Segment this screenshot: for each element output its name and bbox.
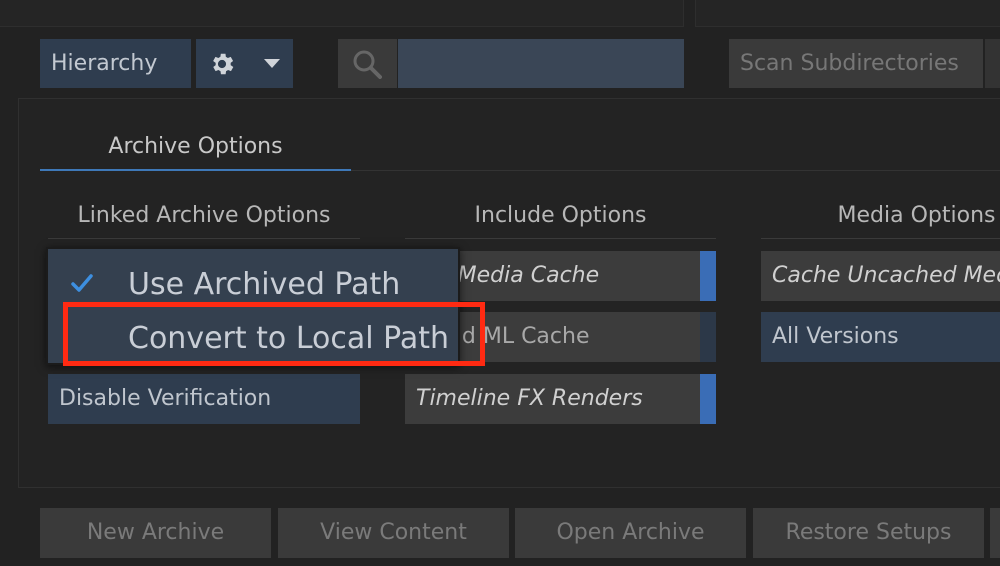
scan-subdirectories-button[interactable]: Scan Subdirectories xyxy=(729,39,983,88)
gear-icon xyxy=(213,53,234,75)
media-options-header: Media Options xyxy=(837,203,996,228)
new-archive-button[interactable]: New Archive xyxy=(40,508,271,558)
hierarchy-button[interactable]: Hierarchy xyxy=(40,39,191,88)
chevron-down-icon xyxy=(264,59,280,68)
tab-archive-options[interactable]: Archive Options xyxy=(40,122,351,172)
toolbar-edge-button[interactable] xyxy=(985,39,1000,88)
section-divider xyxy=(405,238,716,239)
checkmark-icon xyxy=(71,274,93,292)
settings-menu-button[interactable] xyxy=(196,39,293,88)
tab-selected-indicator xyxy=(40,169,351,171)
option-label: Timeline FX Renders xyxy=(416,386,643,411)
include-options-header: Include Options xyxy=(474,203,647,228)
section-divider xyxy=(761,238,1000,239)
section-divider xyxy=(48,238,360,239)
toggle-indicator xyxy=(700,374,716,424)
linked-archive-options-header: Linked Archive Options xyxy=(77,203,331,228)
open-archive-button[interactable]: Open Archive xyxy=(515,508,746,558)
tab-divider xyxy=(351,170,1000,171)
view-content-button[interactable]: View Content xyxy=(278,508,509,558)
search-icon xyxy=(353,50,382,79)
toggle-indicator xyxy=(700,312,716,362)
menu-item-label: Use Archived Path xyxy=(128,267,401,302)
cache-uncached-media-button[interactable]: Cache Uncached Medi xyxy=(761,251,1000,301)
disable-verification-button[interactable]: Disable Verification xyxy=(48,374,360,424)
search-button[interactable] xyxy=(338,39,397,88)
timeline-fx-renders-toggle[interactable]: Timeline FX Renders xyxy=(405,374,716,424)
annotation-highlight-box xyxy=(63,302,485,366)
restore-setups-button[interactable]: Restore Setups xyxy=(753,508,984,558)
search-input[interactable] xyxy=(398,39,684,88)
bottom-edge-button[interactable] xyxy=(990,508,1000,558)
top-panel-right xyxy=(695,0,1000,27)
menu-item-use-archived-path[interactable]: Use Archived Path xyxy=(48,255,458,309)
toggle-indicator xyxy=(700,251,716,301)
all-versions-button[interactable]: All Versions xyxy=(761,312,1000,362)
top-panel-left xyxy=(0,0,684,27)
